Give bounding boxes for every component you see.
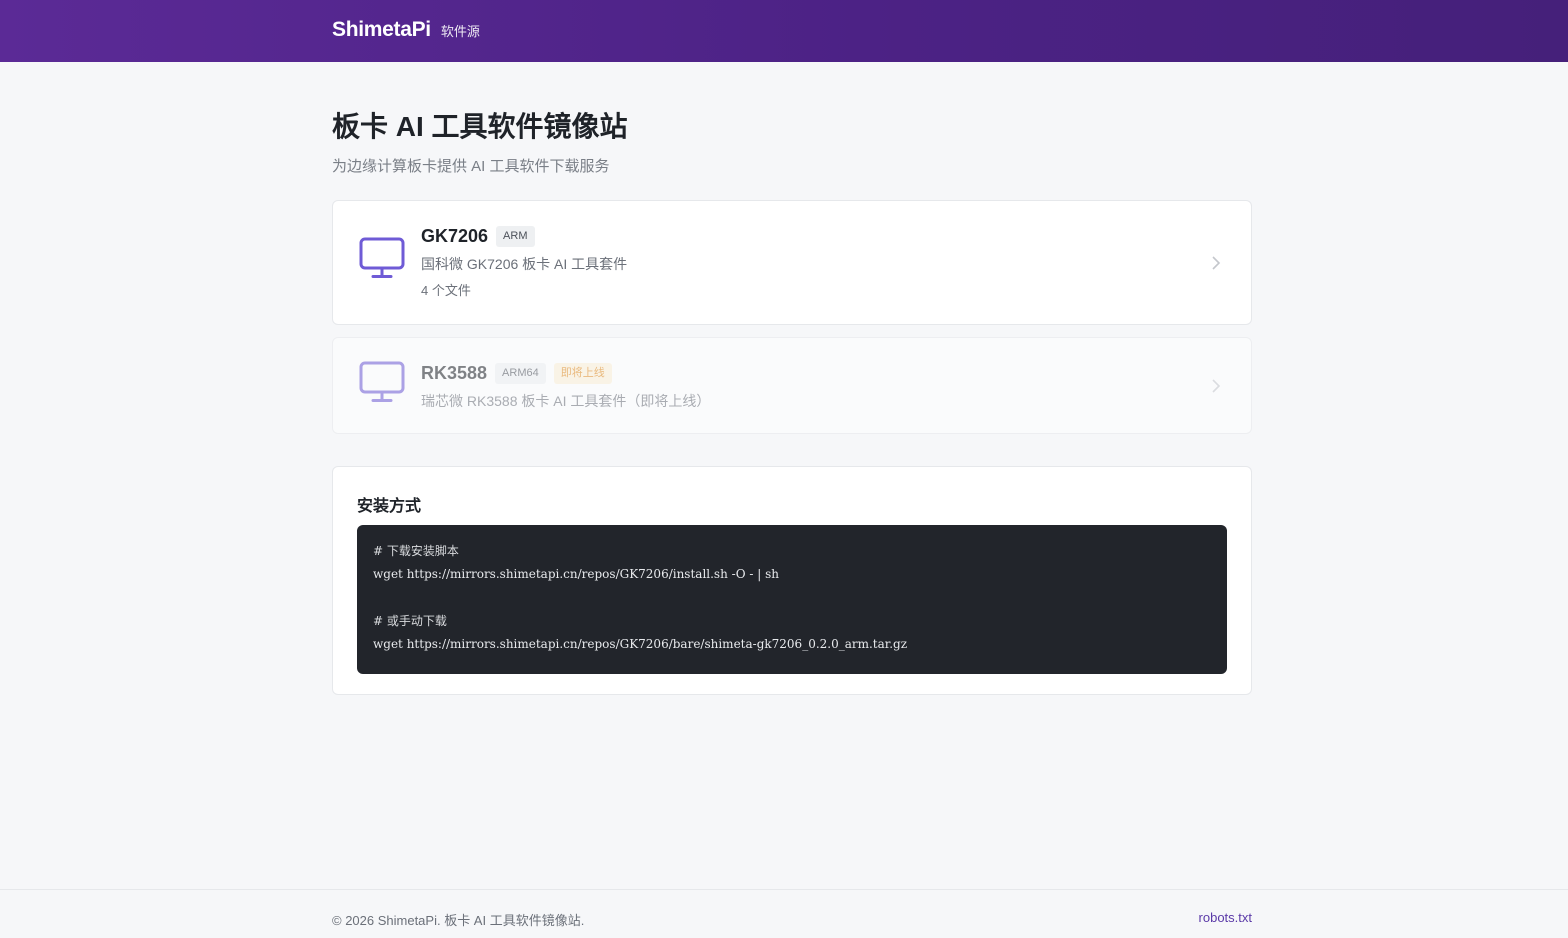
brand[interactable]: ShimetaPi 软件源 [332,18,480,42]
board-card-rk3588[interactable]: RK3588 ARM64 即将上线 瑞芯微 RK3588 板卡 AI 工具套件（… [332,337,1252,434]
code-block[interactable]: # 下载安装脚本 wget https://mirrors.shimetapi.… [357,525,1227,674]
brand-name[interactable]: ShimetaPi [332,18,431,42]
main-content: 板卡 AI 工具软件镜像站 为边缘计算板卡提供 AI 工具软件下载服务 GK72… [332,62,1252,695]
chevron-right-icon [1212,255,1221,270]
brand-subtitle: 软件源 [440,24,480,39]
board-header: GK7206 ARM [421,223,627,249]
page-title: 板卡 AI 工具软件镜像站 [332,111,628,142]
arch-badge: ARM64 [495,362,546,384]
page-subtitle: 为边缘计算板卡提供 AI 工具软件下载服务 [332,158,610,175]
top-navbar: ShimetaPi 软件源 [0,0,1568,62]
board-description: 国科微 GK7206 板卡 AI 工具套件 [421,256,628,272]
coming-soon-badge: 即将上线 [553,362,612,384]
board-name: RK3588 [421,362,488,383]
monitor-icon [359,237,405,278]
board-name: GK7206 [421,225,489,246]
board-info: GK7206 ARM 国科微 GK7206 板卡 AI 工具套件 4 个文件 [421,223,627,299]
install-section: 安装方式 # 下载安装脚本 wget https://mirrors.shime… [332,466,1252,695]
code-line: wget https://mirrors.shimetapi.cn/repos/… [373,637,908,652]
footer: © 2026 ShimetaPi. 板卡 AI 工具软件镜像站. robots.… [0,889,1568,938]
footer-copyright: © 2026 ShimetaPi. 板卡 AI 工具软件镜像站. [332,913,585,928]
arch-badge: ARM [496,225,535,247]
board-header: RK3588 ARM64 即将上线 [421,360,710,386]
code-line: # 下载安装脚本 [373,544,459,558]
code-line: # 或手动下载 [373,613,447,628]
install-title: 安装方式 [357,498,422,515]
board-info: RK3588 ARM64 即将上线 瑞芯微 RK3588 板卡 AI 工具套件（… [421,360,710,410]
board-description: 瑞芯微 RK3588 板卡 AI 工具套件（即将上线） [421,393,711,409]
board-card-gk7206[interactable]: GK7206 ARM 国科微 GK7206 板卡 AI 工具套件 4 个文件 [332,200,1252,325]
monitor-icon [359,361,405,402]
robots-link[interactable]: robots.txt [1199,910,1252,925]
board-file-count: 4 个文件 [421,283,471,298]
chevron-right-icon [1212,378,1221,393]
code-line: wget https://mirrors.shimetapi.cn/repos/… [373,567,779,582]
